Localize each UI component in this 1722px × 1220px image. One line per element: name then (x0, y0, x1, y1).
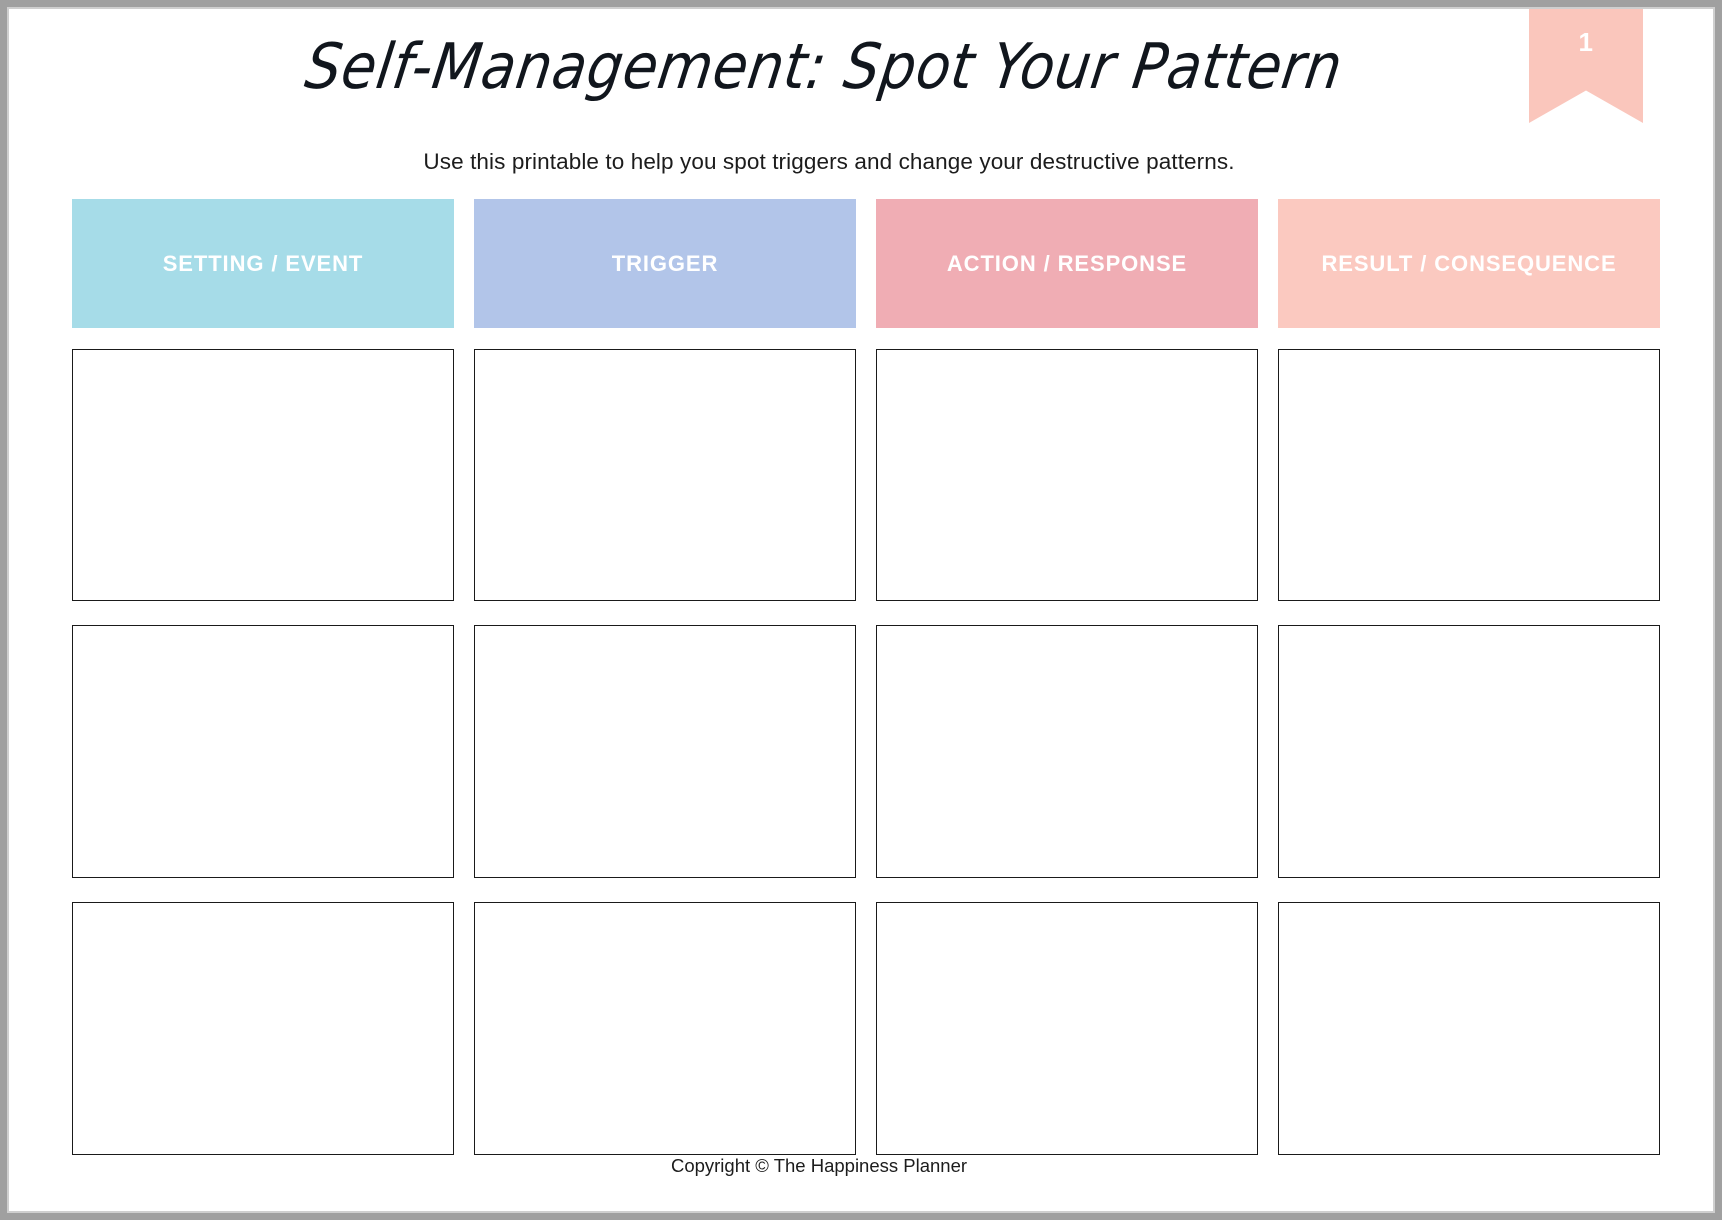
worksheet-cell[interactable] (72, 902, 454, 1155)
worksheet-row (72, 349, 1660, 601)
column-header-action-response: ACTION / RESPONSE (876, 199, 1258, 328)
document-viewer-frame: 1 Self-Management: Spot Your Pattern Use… (0, 0, 1722, 1220)
worksheet-cell[interactable] (474, 625, 856, 878)
page-subtitle: Use this printable to help you spot trig… (423, 149, 1235, 174)
worksheet-cell[interactable] (72, 349, 454, 601)
worksheet-cell[interactable] (1278, 349, 1660, 601)
worksheet-cell[interactable] (876, 625, 1258, 878)
worksheet-cell[interactable] (1278, 902, 1660, 1155)
column-header-trigger: TRIGGER (474, 199, 856, 328)
column-header-label: TRIGGER (611, 250, 719, 276)
worksheet-cell[interactable] (1278, 625, 1660, 878)
column-header-label: RESULT / CONSEQUENCE (1321, 250, 1617, 276)
column-header-setting-event: SETTING / EVENT (72, 199, 454, 328)
worksheet-cell[interactable] (72, 625, 454, 878)
column-header-row: SETTING / EVENT TRIGGER ACTION / RESPONS… (72, 199, 1660, 328)
worksheet-cell[interactable] (876, 902, 1258, 1155)
printable-page: 1 Self-Management: Spot Your Pattern Use… (7, 7, 1715, 1213)
worksheet-cell[interactable] (876, 349, 1258, 601)
copyright-footer: Copyright © The Happiness Planner (670, 1155, 968, 1176)
worksheet-row (72, 625, 1660, 878)
column-header-label: ACTION / RESPONSE (946, 250, 1188, 276)
page-title: Self-Management: Spot Your Pattern (300, 31, 1347, 104)
worksheet-row (72, 902, 1660, 1155)
worksheet-cell[interactable] (474, 349, 856, 601)
worksheet-cell[interactable] (474, 902, 856, 1155)
worksheet-grid: SETTING / EVENT TRIGGER ACTION / RESPONS… (72, 199, 1660, 1155)
column-header-result-consequence: RESULT / CONSEQUENCE (1278, 199, 1660, 328)
column-header-label: SETTING / EVENT (162, 250, 364, 276)
